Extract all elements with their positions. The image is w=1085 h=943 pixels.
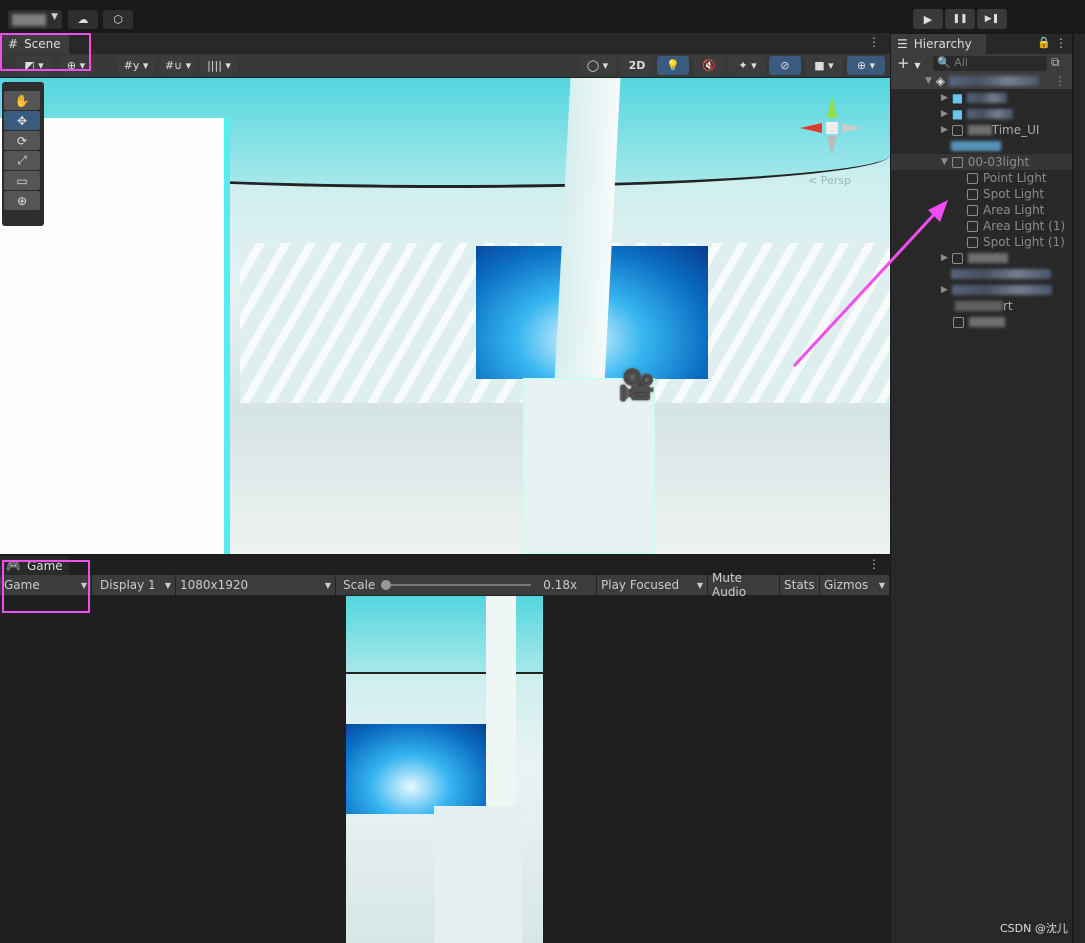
prefab-icon: ■ xyxy=(951,91,964,105)
more-icon[interactable]: ⋮ xyxy=(868,557,880,571)
transform-tool[interactable]: ⊕ xyxy=(4,191,40,210)
scale-label: Scale xyxy=(343,578,376,592)
scale-tool[interactable]: ⤢ xyxy=(4,151,40,170)
inspector-edge xyxy=(1073,34,1085,943)
create-button[interactable]: + ▼ xyxy=(897,54,921,72)
slider-thumb[interactable] xyxy=(381,580,392,590)
step-button[interactable]: ▶❚ xyxy=(977,9,1007,29)
gizmos-label: Gizmos xyxy=(824,578,869,592)
camera-settings-button[interactable]: ■ ▾ xyxy=(805,56,843,75)
game-viewport[interactable] xyxy=(346,596,543,943)
list-icon: ☰ xyxy=(897,37,908,51)
mute-label: Mute Audio xyxy=(712,571,747,599)
list-item[interactable]: ▶ ■ xyxy=(891,106,1072,122)
annotation-box-scene xyxy=(0,33,91,71)
unity-scene-icon: ◈ xyxy=(935,74,945,88)
scene-orientation-gizmo[interactable] xyxy=(800,96,864,160)
gameobject-icon xyxy=(967,220,978,232)
scene-root-row[interactable]: ▼ ◈ ⋮ xyxy=(891,73,1072,89)
rect-tool[interactable]: ▭ xyxy=(4,171,40,190)
more-icon[interactable]: ⋮ xyxy=(1055,36,1067,50)
scale-value: 0.18x xyxy=(543,578,578,592)
item-label: Spot Light xyxy=(983,187,1045,201)
list-item[interactable]: Point Light xyxy=(891,170,1072,186)
rotate-tool[interactable]: ⟳ xyxy=(4,131,40,150)
more-icon[interactable]: ⋮ xyxy=(1054,74,1066,88)
stats-label: Stats xyxy=(784,578,815,592)
game-toolbar: Game ▼ Display 1 ▼ 1080x1920 ▼ Scale 0.18x P… xyxy=(0,571,890,599)
2d-toggle[interactable]: 2D xyxy=(621,56,653,75)
item-label: Area Light xyxy=(983,203,1045,217)
move-tool[interactable]: ✥ xyxy=(4,111,40,130)
gameobject-icon xyxy=(951,124,963,136)
stats-toggle[interactable]: Stats xyxy=(780,575,820,595)
audio-mute-icon: 🔇 xyxy=(702,59,716,72)
scene-visibility-toggle[interactable]: ⊘ xyxy=(769,56,801,75)
tools-overlay: ✋ ✥ ⟳ ⤢ ▭ ⊕ xyxy=(2,82,44,226)
snap-increment-button[interactable]: #∪ ▾ xyxy=(160,56,196,75)
tab-hierarchy[interactable]: ☰ Hierarchy xyxy=(891,34,986,54)
cloud-button[interactable]: ☁ xyxy=(68,10,98,29)
scene-panel: # Scene ⋮ ◩ ▾ ⊕ ▾ #y ▾ #∪ ▾ |||| ▾ ◯ ▾ 2D… xyxy=(0,33,890,554)
gameobject-icon xyxy=(967,204,978,216)
lock-icon[interactable]: 🔒 xyxy=(1037,36,1051,49)
gameobject-icon xyxy=(967,172,978,184)
search-placeholder: All xyxy=(954,56,968,69)
lightbulb-icon: 💡 xyxy=(666,59,680,72)
item-label: rt xyxy=(1003,299,1013,313)
item-label: 00-03light xyxy=(967,155,1030,169)
gizmos-toggle[interactable]: Gizmos ▼ xyxy=(820,575,890,595)
annotation-box-game xyxy=(2,560,90,613)
lighting-toggle[interactable]: 💡 xyxy=(657,56,689,75)
gameobject-icon xyxy=(967,188,978,200)
resolution-select[interactable]: 1080x1920 ▼ xyxy=(176,575,336,595)
gameobject-icon xyxy=(951,156,963,168)
collab-button[interactable]: ⬡ xyxy=(103,10,133,29)
item-label: Time_UI xyxy=(991,123,1040,137)
audio-toggle[interactable]: 🔇 xyxy=(693,56,725,75)
annotation-arrow xyxy=(792,200,948,368)
play-mode-label: Play Focused xyxy=(601,578,680,592)
chevron-down-icon: ▼ xyxy=(51,12,58,22)
eye-hidden-icon: ⊘ xyxy=(780,59,790,72)
list-item-00-03light[interactable]: ▼ 00-03light xyxy=(891,154,1072,170)
play-button[interactable]: ▶ xyxy=(913,9,943,29)
list-item[interactable]: ▶ ■ xyxy=(891,90,1072,106)
search-input[interactable]: 🔍 All xyxy=(933,56,1047,71)
gizmos-button[interactable]: ⊕ ▾ xyxy=(847,56,885,75)
play-mode-select[interactable]: Play Focused ▼ xyxy=(597,575,708,595)
ruler-button[interactable]: |||| ▾ xyxy=(200,56,238,75)
list-item[interactable] xyxy=(891,138,1072,154)
persp-label[interactable]: < Persp xyxy=(808,174,851,187)
scene-toolbar: ◩ ▾ ⊕ ▾ #y ▾ #∪ ▾ |||| ▾ ◯ ▾ 2D 💡 🔇 ✦ ▾ … xyxy=(0,54,890,78)
effects-button[interactable]: ✦ ▾ xyxy=(729,56,766,75)
plastic-scm-icon: ⬡ xyxy=(113,13,123,26)
gameobject-icon xyxy=(967,236,978,248)
camera-gizmo-icon: 🎥 xyxy=(618,368,656,403)
prefab-icon: ■ xyxy=(951,107,964,121)
hand-tool[interactable]: ✋ xyxy=(4,91,40,110)
account-button[interactable]: ▼ xyxy=(8,10,62,29)
display-label: Display 1 xyxy=(100,578,156,592)
mute-audio-toggle[interactable]: Mute Audio xyxy=(708,571,780,599)
resolution-label: 1080x1920 xyxy=(180,578,249,592)
game-panel: 🎮 Game ⋮ Game ▼ Display 1 ▼ 1080x1920 ▼ Scal… xyxy=(0,555,890,943)
search-type-icon[interactable]: ⧉ xyxy=(1051,55,1060,70)
list-item[interactable]: ▶ Time_UI xyxy=(891,122,1072,138)
pause-button[interactable]: ❚❚ xyxy=(945,9,975,29)
scene-viewport[interactable]: 🎥 < Persp ✋ ✥ ⟳ ⤢ ▭ ⊕ xyxy=(0,78,890,554)
more-icon[interactable]: ⋮ xyxy=(868,35,880,49)
item-label: Area Light (1) xyxy=(983,219,1066,233)
tab-label: Hierarchy xyxy=(913,37,972,51)
scale-slider[interactable]: Scale 0.18x xyxy=(339,575,597,595)
hierarchy-panel: ☰ Hierarchy 🔒 ⋮ + ▼ 🔍 All ⧉ ▼ ◈ ⋮ ▶ ■ ▶ ■… xyxy=(891,34,1072,943)
display-select[interactable]: Display 1 ▼ xyxy=(96,575,176,595)
cloud-icon: ☁ xyxy=(77,13,89,26)
item-label: Spot Light (1) xyxy=(983,235,1065,249)
item-label: Point Light xyxy=(983,171,1047,185)
watermark: CSDN @沈儿 xyxy=(1000,922,1068,935)
shading-mode-button[interactable]: ◯ ▾ xyxy=(579,56,616,75)
grid-snap-button[interactable]: #y ▾ xyxy=(118,56,154,75)
